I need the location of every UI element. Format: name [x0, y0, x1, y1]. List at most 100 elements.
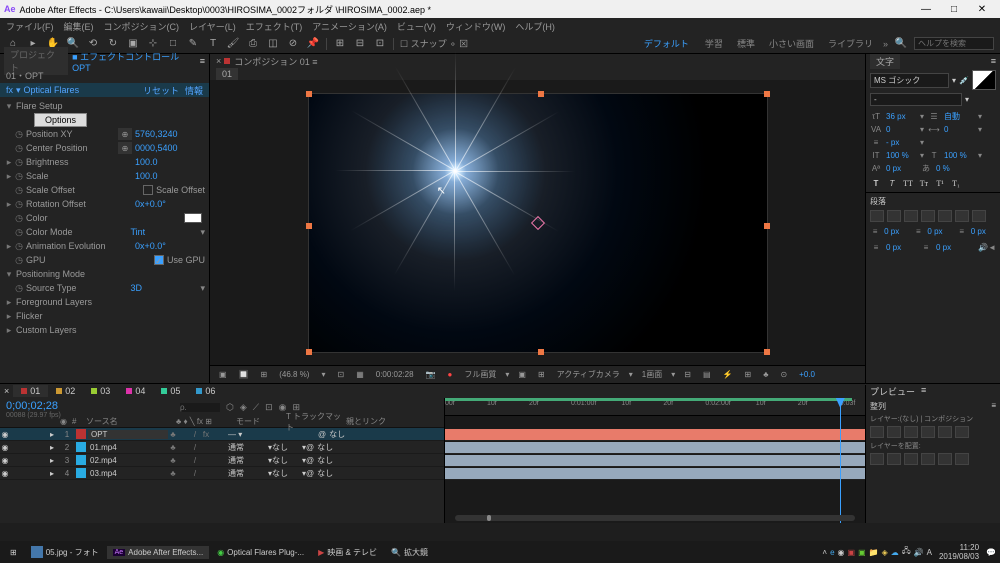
timeline-tab[interactable]: 01: [13, 385, 48, 397]
val-center[interactable]: 0000,5400: [135, 143, 205, 153]
parent-pickwhip-icon[interactable]: @: [306, 469, 314, 478]
align-right-edges[interactable]: [904, 426, 918, 438]
visibility-toggle[interactable]: ◉: [0, 456, 10, 465]
preview-menu-icon[interactable]: ≡: [921, 385, 926, 398]
allcaps-button[interactable]: TT: [902, 179, 914, 188]
blend-mode[interactable]: 通常: [228, 468, 268, 479]
twirl-icon[interactable]: ▸: [50, 456, 60, 465]
link-icon[interactable]: ⊕: [118, 128, 132, 140]
workspace-small[interactable]: 小さい画面: [765, 37, 818, 50]
stopwatch-icon[interactable]: ◷: [14, 171, 24, 182]
fast-preview-icon[interactable]: ⊡: [334, 370, 347, 379]
fx-toggle-icon[interactable]: fx: [6, 85, 13, 95]
checkbox-scaleoffset[interactable]: [143, 185, 153, 195]
tray-folder-icon[interactable]: 📁: [869, 548, 879, 557]
dropdown-icon[interactable]: ▾: [952, 76, 956, 85]
layer-name[interactable]: 03.mp4: [88, 469, 168, 478]
menu-window[interactable]: ウィンドウ(W): [446, 20, 506, 33]
help-search[interactable]: [914, 37, 994, 50]
tray-ime-icon[interactable]: A: [927, 548, 932, 557]
roi-icon[interactable]: ▣: [515, 370, 529, 379]
parent-dropdown[interactable]: なし: [317, 455, 333, 466]
trkmat-dropdown[interactable]: なし: [272, 468, 302, 479]
system-clock[interactable]: 11:202019/08/03: [935, 543, 983, 561]
layer-color[interactable]: [76, 455, 86, 465]
link-icon[interactable]: ⊕: [118, 142, 132, 154]
tray-chrome-icon[interactable]: ◉: [838, 548, 845, 557]
workspace-library[interactable]: ライブラリ: [824, 37, 877, 50]
distribute-hcenter[interactable]: [938, 453, 952, 465]
distribute-top[interactable]: [870, 453, 884, 465]
comp-subtab[interactable]: 01: [216, 68, 238, 80]
color-swatch[interactable]: [184, 213, 202, 223]
group-twirl[interactable]: ▸: [4, 325, 14, 336]
local-axis-icon[interactable]: ⊞: [333, 37, 347, 51]
effect-name[interactable]: Optical Flares: [24, 85, 137, 95]
workspace-learn[interactable]: 学習: [701, 37, 727, 50]
panel-menu-icon[interactable]: ≡: [991, 401, 996, 412]
minimize-button[interactable]: —: [912, 4, 940, 15]
share-view-icon[interactable]: ⊟: [681, 370, 694, 379]
col-mode[interactable]: モード: [236, 416, 286, 427]
reset-exposure-icon[interactable]: ⊙: [777, 370, 790, 379]
val-brightness[interactable]: 100.0: [135, 157, 205, 167]
justify-last-left-button[interactable]: [921, 210, 935, 222]
hide-shy-icon[interactable]: ⟋: [253, 402, 259, 413]
group-twirl[interactable]: ▾: [4, 101, 14, 112]
layer-bar[interactable]: [445, 455, 865, 466]
layer-name[interactable]: 02.mp4: [88, 456, 168, 465]
start-button[interactable]: ⊞: [4, 546, 23, 559]
menu-file[interactable]: ファイル(F): [6, 20, 54, 33]
magnification-icon[interactable]: 🔲: [236, 370, 252, 379]
blend-mode[interactable]: 通常: [228, 442, 268, 453]
effect-info[interactable]: 情報: [185, 84, 203, 97]
timeline-search[interactable]: [180, 403, 220, 412]
trkmat-dropdown[interactable]: なし: [272, 455, 302, 466]
stopwatch-icon[interactable]: ◷: [14, 227, 24, 238]
val-rotation[interactable]: 0x+0.0°: [135, 199, 205, 209]
distribute-left[interactable]: [921, 453, 935, 465]
stopwatch-icon[interactable]: ◷: [14, 241, 24, 252]
smallcaps-button[interactable]: Tᴛ: [918, 179, 930, 188]
tray-volume-icon[interactable]: 🔊: [914, 548, 924, 557]
italic-button[interactable]: T: [886, 179, 898, 188]
stopwatch-icon[interactable]: ◷: [14, 185, 24, 196]
zoom-level[interactable]: (46.8 %): [276, 370, 312, 379]
layer-handle[interactable]: [764, 223, 770, 229]
workspace-standard[interactable]: 標準: [733, 37, 759, 50]
align-center-button[interactable]: [887, 210, 901, 222]
resolution-icon[interactable]: ▾: [318, 370, 328, 379]
align-left-edges[interactable]: [870, 426, 884, 438]
layer-handle[interactable]: [764, 349, 770, 355]
menu-composition[interactable]: コンポジション(C): [104, 20, 180, 33]
stopwatch-icon[interactable]: ◷: [14, 129, 24, 140]
parent-pickwhip-icon[interactable]: @: [306, 443, 314, 452]
stopwatch-icon[interactable]: ◷: [14, 199, 24, 210]
group-twirl[interactable]: ▸: [4, 297, 14, 308]
anchor-point-icon[interactable]: [530, 215, 544, 229]
subscript-button[interactable]: T₁: [950, 179, 962, 188]
twirl-icon[interactable]: ▸: [50, 443, 60, 452]
playhead[interactable]: [840, 398, 841, 523]
text-tool[interactable]: T: [206, 37, 220, 51]
align-horizontal-centers[interactable]: [887, 426, 901, 438]
composition-viewer[interactable]: ↖: [210, 80, 865, 365]
tray-up-icon[interactable]: ˄: [822, 548, 827, 557]
tray-edge-icon[interactable]: e: [830, 548, 834, 557]
justify-last-right-button[interactable]: [955, 210, 969, 222]
stopwatch-icon[interactable]: ◷: [14, 213, 24, 224]
tracking[interactable]: 0: [944, 125, 974, 134]
search-icon[interactable]: 🔍: [894, 37, 908, 51]
channel-icon[interactable]: ●: [445, 370, 456, 379]
taskbar-item[interactable]: 🔍拡大鏡: [385, 545, 434, 560]
speaker-icon[interactable]: 🔊◄: [978, 243, 996, 252]
close-button[interactable]: ✕: [968, 4, 996, 15]
comp-mini-flowchart-icon[interactable]: ⬡: [226, 402, 234, 413]
val-scale[interactable]: 100.0: [135, 171, 205, 181]
distribute-right[interactable]: [955, 453, 969, 465]
fill-stroke-swatch[interactable]: [972, 70, 996, 90]
views[interactable]: 1画面: [639, 369, 665, 380]
stopwatch-icon[interactable]: ◷: [14, 283, 24, 294]
taskbar-item[interactable]: 05.jpg - フォト: [25, 544, 105, 560]
align-left-button[interactable]: [870, 210, 884, 222]
